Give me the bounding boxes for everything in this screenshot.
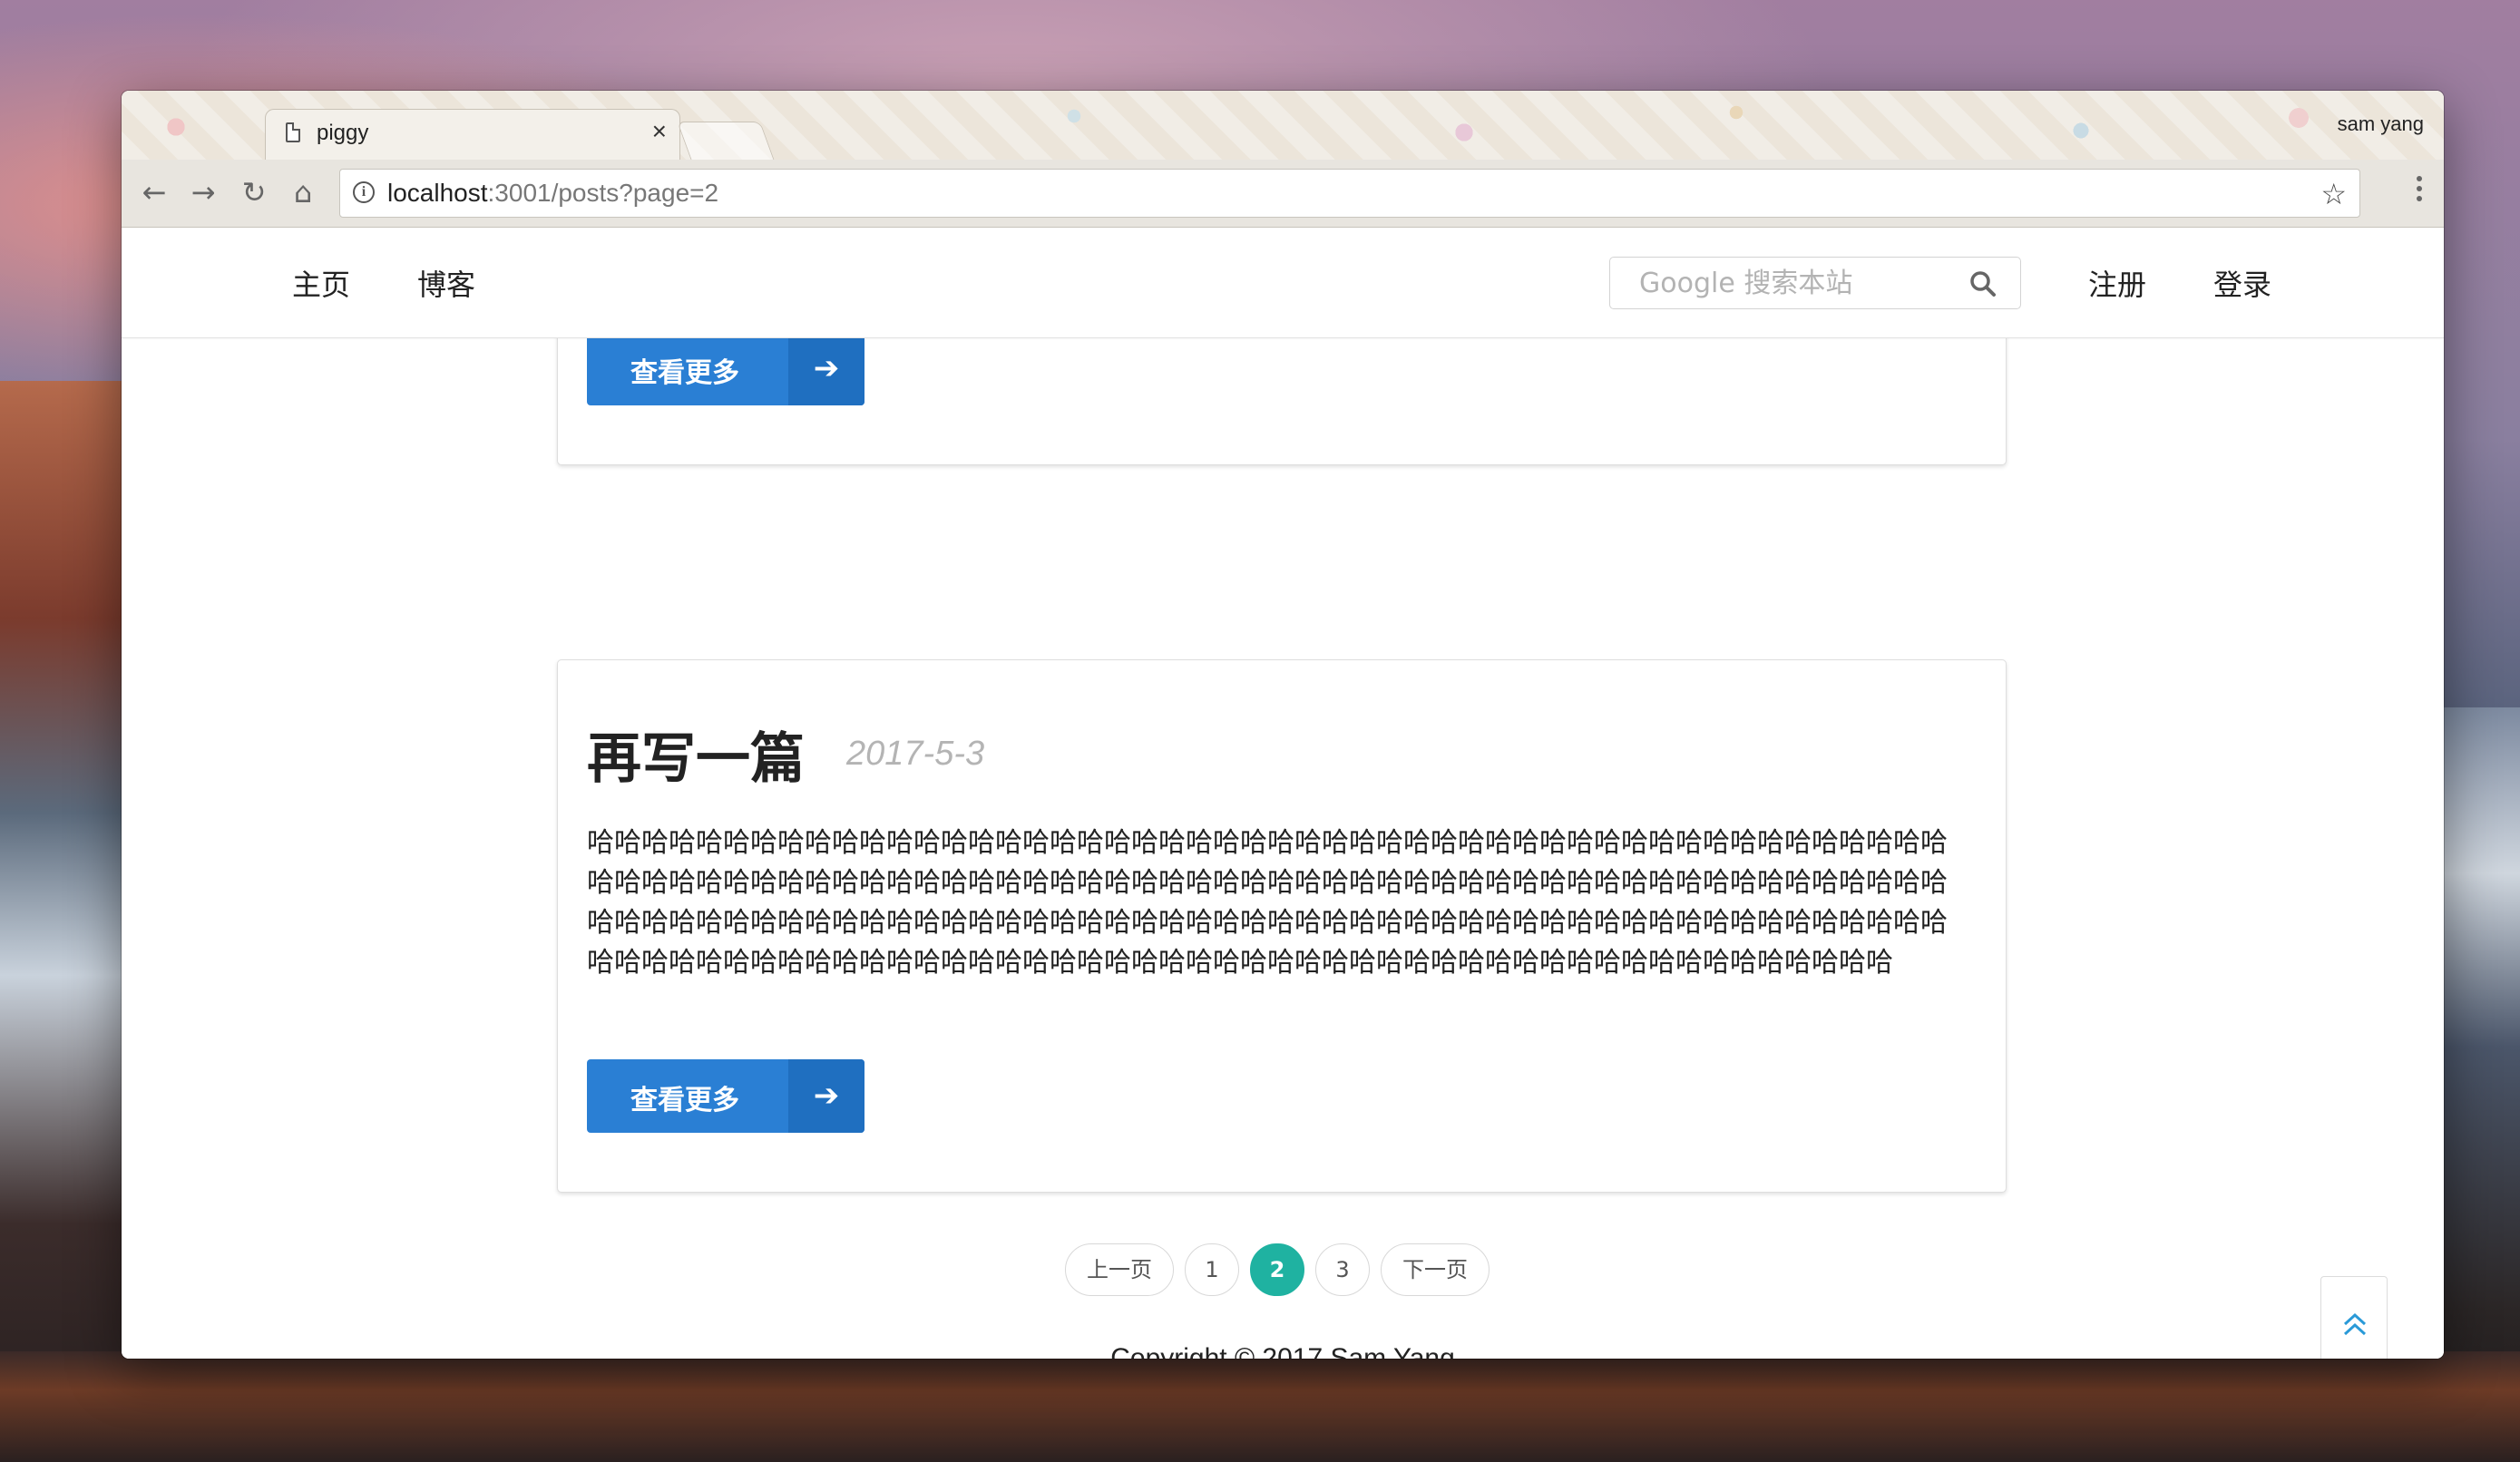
read-more-label: 查看更多 <box>630 357 739 389</box>
post-excerpt: 哈哈哈哈哈哈哈哈哈哈哈哈哈哈哈哈哈哈哈哈哈哈哈哈哈哈哈哈哈哈哈哈哈哈哈哈哈哈哈哈… <box>587 827 1948 979</box>
wallpaper-ridge <box>0 1351 2520 1462</box>
tab-title: piggy <box>317 121 369 145</box>
page-button-3[interactable]: 3 <box>1315 1243 1370 1296</box>
browser-menu-icon[interactable] <box>2417 176 2422 209</box>
profile-name[interactable]: sam yang <box>2338 112 2424 136</box>
post-date: 2017-5-3 <box>846 735 985 773</box>
double-chevron-up-icon <box>2343 1312 2367 1336</box>
post-card: 再写一篇 2017-5-3 哈哈哈哈哈哈哈哈哈哈哈哈哈哈哈哈哈哈哈哈哈哈哈哈哈哈… <box>557 659 2007 1193</box>
wallpaper-mountain-right <box>2438 707 2520 1462</box>
site-search-box <box>1609 257 2021 309</box>
wallpaper-mountain-left <box>0 381 127 1462</box>
nav-link-blog[interactable]: 博客 <box>417 262 475 304</box>
register-link[interactable]: 注册 <box>2088 262 2146 304</box>
address-bar[interactable]: i localhost:3001/posts?page=2 ☆ <box>339 169 2360 218</box>
site-navbar: 主页 博客 注册 登录 <box>122 228 2444 338</box>
url-text[interactable]: localhost:3001/posts?page=2 <box>387 179 718 208</box>
read-more-label: 查看更多 <box>630 1085 739 1116</box>
browser-tab[interactable]: piggy × <box>265 109 680 161</box>
arrow-right-icon: ➔ <box>788 332 864 405</box>
back-to-top-button[interactable] <box>2320 1276 2388 1359</box>
url-host: localhost <box>387 179 488 207</box>
back-arrow-icon[interactable]: ← <box>136 174 172 210</box>
url-path: :3001/posts?page=2 <box>487 179 719 207</box>
nav-link-home[interactable]: 主页 <box>292 262 350 304</box>
tab-close-button[interactable]: × <box>652 117 667 146</box>
browser-toolbar: ← → ↻ ⌂ i localhost:3001/posts?page=2 ☆ <box>122 160 2444 228</box>
arrow-right-icon: ➔ <box>788 1059 864 1133</box>
search-icon[interactable] <box>1969 270 1997 297</box>
browser-window: piggy × sam yang ← → ↻ ⌂ i localhost:300… <box>122 91 2444 1359</box>
page-button-2-current[interactable]: 2 <box>1250 1243 1304 1296</box>
page-viewport: 主页 博客 注册 登录 查看更多 ➔ 再写一篇 2017-5-3 哈哈哈哈哈哈哈… <box>122 228 2444 1359</box>
pagination: 上一页 1 2 3 下一页 <box>122 1243 2444 1298</box>
footer-copyright: Copyright © 2017 Sam Yang <box>1110 1343 1455 1359</box>
post-title[interactable]: 再写一篇 <box>587 715 805 794</box>
bookmark-star-icon[interactable]: ☆ <box>2320 177 2347 211</box>
read-more-button[interactable]: 查看更多 ➔ <box>587 1059 864 1133</box>
home-icon[interactable]: ⌂ <box>285 174 321 210</box>
browser-titlebar: piggy × sam yang <box>122 91 2444 161</box>
search-input[interactable] <box>1610 258 1955 308</box>
info-icon[interactable]: i <box>353 181 375 203</box>
page-icon <box>286 122 300 142</box>
read-more-button[interactable]: 查看更多 ➔ <box>587 332 864 405</box>
reload-icon[interactable]: ↻ <box>236 174 272 210</box>
next-page-button[interactable]: 下一页 <box>1381 1243 1490 1296</box>
forward-arrow-icon[interactable]: → <box>185 174 221 210</box>
page-button-1[interactable]: 1 <box>1185 1243 1239 1296</box>
login-link[interactable]: 登录 <box>2213 262 2271 304</box>
new-tab-button[interactable] <box>677 122 775 161</box>
prev-page-button[interactable]: 上一页 <box>1065 1243 1174 1296</box>
